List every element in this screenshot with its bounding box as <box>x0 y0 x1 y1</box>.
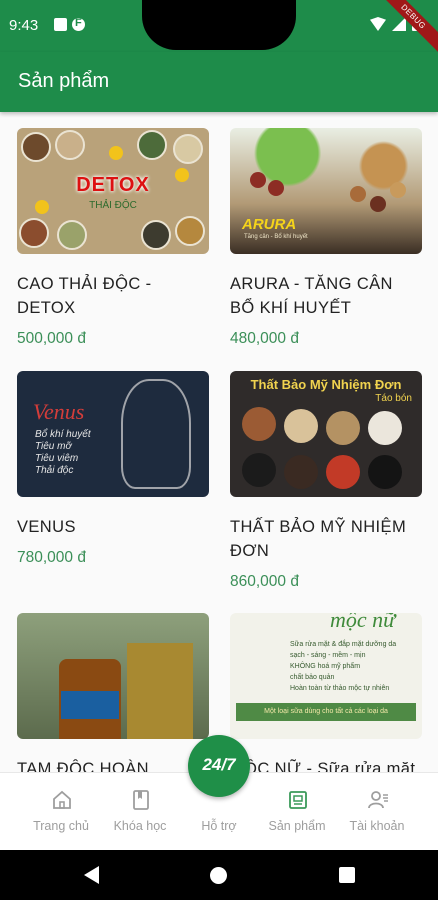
book-icon <box>133 790 149 810</box>
product-image[interactable]: Thất Bảo Mỹ Nhiệm Đơn Táo bón <box>230 371 422 497</box>
product-card[interactable]: DETOX THẢI ĐỘC CAO THẢI ĐỘC - DETOX 500,… <box>17 128 209 348</box>
product-name: THẤT BẢO MỸ NHIỆM ĐƠN <box>230 518 407 560</box>
image-subtext: Táo bón <box>375 393 412 404</box>
product-icon <box>289 791 307 809</box>
product-price: 480,000 đ <box>230 330 299 347</box>
image-text: Thất Bảo Mỹ Nhiệm Đơn <box>250 377 402 392</box>
signal-icon <box>392 17 406 31</box>
status-time: 9:43 <box>9 17 39 34</box>
product-card[interactable]: TAM ĐỘC HOÀN <box>17 613 209 772</box>
nav-label: Tài khoản <box>349 819 405 833</box>
page-title: Sản phẩm <box>18 70 110 92</box>
camera-notch <box>142 0 296 50</box>
app-bar: Sản phẩm <box>0 52 438 112</box>
fab-label: 24/7 <box>202 755 236 774</box>
support-24-7-button[interactable]: 24/7 <box>188 735 250 797</box>
image-text: Venus <box>33 399 85 424</box>
image-text: DETOX <box>76 174 150 196</box>
system-navigation-bar <box>0 850 438 900</box>
product-card[interactable]: Thất Bảo Mỹ Nhiệm Đơn Táo bón THẤT BẢO M… <box>230 371 422 591</box>
account-icon <box>368 791 388 809</box>
image-subtext: Bổ khí huyết Tiêu mỡ Tiêu viêm Thải độc <box>35 429 91 476</box>
app-notification-icon <box>72 17 85 31</box>
product-image[interactable]: ARURA Tăng cân - Bổ khí huyết <box>230 128 422 254</box>
image-text: ARURA <box>242 216 297 233</box>
nav-label: Sản phẩm <box>268 819 326 833</box>
product-price: 500,000 đ <box>17 330 86 347</box>
nav-item-products[interactable]: Sản phẩm <box>253 773 341 850</box>
image-subtext: THẢI ĐỘC <box>89 200 137 211</box>
product-card[interactable]: Venus Bổ khí huyết Tiêu mỡ Tiêu viêm Thả… <box>17 371 209 567</box>
product-card[interactable]: ARURA Tăng cân - Bổ khí huyết ARURA - TĂ… <box>230 128 422 348</box>
home-circle-icon[interactable] <box>210 867 227 884</box>
image-subtext: Tăng cân - Bổ khí huyết <box>244 234 308 240</box>
product-grid[interactable]: DETOX THẢI ĐỘC CAO THẢI ĐỘC - DETOX 500,… <box>0 112 438 772</box>
nav-label: Khóa học <box>113 819 167 833</box>
back-icon[interactable] <box>84 866 99 884</box>
wifi-icon <box>370 17 386 31</box>
product-name: VENUS <box>17 518 76 536</box>
product-card[interactable]: mộc nữ Sữa rửa mặt & đắp mặt dưỡng da sạ… <box>230 613 422 772</box>
product-screen: 9:43 DEBUG Sản phẩm <box>0 0 438 850</box>
product-name: CAO THẢI ĐỘC - DETOX <box>17 275 152 317</box>
product-image[interactable]: Venus Bổ khí huyết Tiêu mỡ Tiêu viêm Thả… <box>17 371 209 497</box>
product-price: 780,000 đ <box>17 549 86 566</box>
nav-label: Hỗ trợ <box>201 819 237 833</box>
image-banner: Một loại sữa dùng cho tất cả các loại da <box>236 703 416 721</box>
product-name: ARURA - TĂNG CÂN BỔ KHÍ HUYẾT <box>230 275 393 317</box>
nav-item-courses[interactable]: Khóa học <box>96 773 184 850</box>
product-name: MỘC NỮ - Sữa rửa mặt <box>230 760 416 772</box>
product-box <box>127 643 193 739</box>
nav-label: Trang chủ <box>33 819 89 833</box>
recents-icon[interactable] <box>339 867 355 883</box>
product-image[interactable]: mộc nữ Sữa rửa mặt & đắp mặt dưỡng da sạ… <box>230 613 422 739</box>
figure-illustration <box>121 379 191 489</box>
nav-item-home[interactable]: Trang chủ <box>17 773 105 850</box>
bottle-label <box>61 691 119 719</box>
image-text: mộc nữ <box>330 613 396 632</box>
product-price: 860,000 đ <box>230 573 299 590</box>
product-image[interactable] <box>17 613 209 739</box>
home-icon <box>53 790 71 809</box>
product-image[interactable]: DETOX THẢI ĐỘC <box>17 128 209 254</box>
sim-icon <box>54 18 67 31</box>
nav-item-account[interactable]: Tài khoản <box>333 773 421 850</box>
image-subtext: Sữa rửa mặt & đắp mặt dưỡng da sạch - sá… <box>290 641 397 692</box>
product-name: TAM ĐỘC HOÀN <box>17 760 149 772</box>
status-bar: 9:43 DEBUG <box>0 0 438 61</box>
